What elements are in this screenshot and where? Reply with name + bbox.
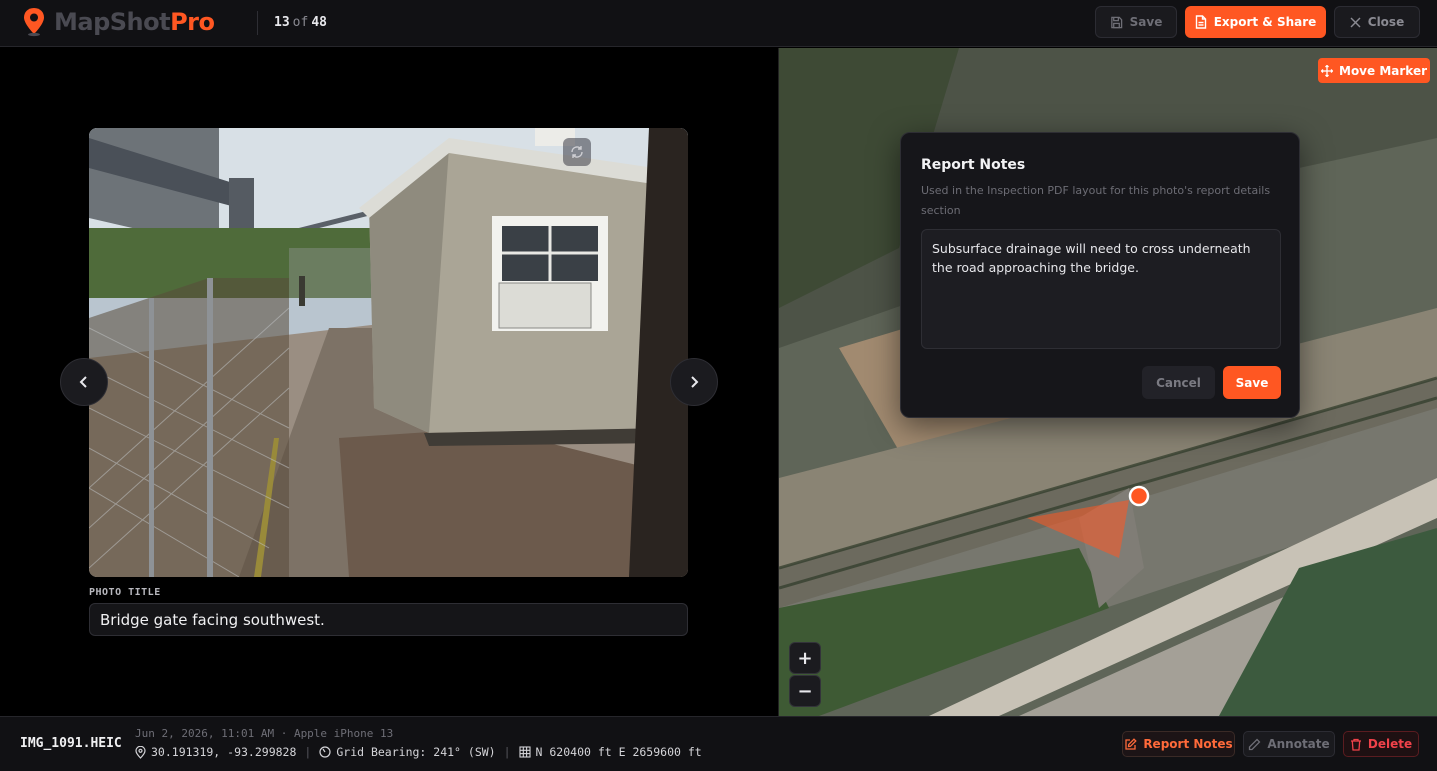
- export-share-label: Export & Share: [1213, 15, 1317, 29]
- counter-current: 13: [274, 15, 290, 30]
- floppy-disk-icon: [1110, 16, 1122, 28]
- report-notes-dialog: Report Notes Used in the Inspection PDF …: [900, 132, 1300, 418]
- delete-button[interactable]: Delete: [1343, 731, 1419, 757]
- app-logo: MapShotPro: [22, 7, 215, 37]
- bottom-info-bar: IMG_1091.HEIC Jun 2, 2026, 11:01 AM · Ap…: [0, 716, 1437, 771]
- app-name-part1: MapShot: [54, 8, 171, 36]
- move-marker-label: Move Marker: [1339, 63, 1427, 78]
- app-name: MapShotPro: [54, 8, 215, 36]
- location-pin-icon: [135, 745, 146, 759]
- document-icon: [1195, 15, 1206, 29]
- save-button-label: Save: [1129, 15, 1163, 29]
- next-photo-button[interactable]: [670, 358, 718, 406]
- counter-of: of: [292, 15, 309, 30]
- chevron-right-icon: [691, 376, 699, 388]
- rotate-icon: [571, 146, 583, 158]
- report-notes-label: Report Notes: [1143, 737, 1233, 751]
- annotate-button[interactable]: Annotate: [1243, 731, 1335, 757]
- dialog-description: Used in the Inspection PDF layout for th…: [921, 184, 1271, 217]
- meta-separator: |: [304, 745, 312, 759]
- counter-total: 48: [311, 15, 327, 30]
- close-button[interactable]: Close: [1334, 6, 1420, 38]
- file-name: IMG_1091.HEIC: [20, 736, 122, 751]
- photo-title-label: PHOTO TITLE: [89, 587, 161, 598]
- annotate-label: Annotate: [1267, 737, 1330, 751]
- compass-icon: [319, 746, 331, 758]
- cancel-button[interactable]: Cancel: [1142, 366, 1215, 399]
- grid-bearing: Grid Bearing: 241° (SW): [336, 745, 496, 759]
- export-share-button[interactable]: Export & Share: [1185, 6, 1326, 38]
- photo-location-marker: [1128, 485, 1150, 507]
- meta-separator: |: [503, 745, 511, 759]
- app-name-part2: Pro: [170, 8, 215, 36]
- chevron-left-icon: [79, 376, 87, 388]
- header-divider: [257, 11, 258, 35]
- rotate-photo-button[interactable]: [563, 138, 591, 166]
- pencil-icon: [1249, 738, 1261, 750]
- move-marker-button[interactable]: Move Marker: [1318, 58, 1430, 83]
- photo-illustration: [89, 128, 688, 577]
- map-pin-logo-icon: [24, 8, 44, 37]
- photo-counter: 13 of 48: [274, 15, 327, 30]
- delete-label: Delete: [1367, 737, 1413, 751]
- report-notes-button[interactable]: Report Notes: [1122, 731, 1235, 757]
- edit-note-icon: [1125, 737, 1138, 750]
- report-notes-textarea[interactable]: Subsurface drainage will need to cross u…: [921, 229, 1281, 349]
- photo-title-input[interactable]: [89, 603, 688, 636]
- dialog-title: Report Notes: [921, 157, 1026, 173]
- trash-icon: [1350, 738, 1361, 751]
- grid-icon: [518, 746, 531, 758]
- dialog-save-button[interactable]: Save: [1223, 366, 1281, 399]
- top-bar: MapShotPro 13 of 48 Save Export & Share Cl…: [0, 0, 1437, 47]
- location-meta: 30.191319, -93.299828 | Grid Bearing: 24…: [135, 745, 702, 759]
- previous-photo-button[interactable]: [60, 358, 108, 406]
- capture-datetime-device: Jun 2, 2026, 11:01 AM · Apple iPhone 13: [135, 727, 394, 740]
- photo-image: [89, 128, 688, 577]
- close-icon: [1350, 17, 1361, 27]
- gps-coordinates: 30.191319, -93.299828: [151, 745, 297, 759]
- grid-coordinates: N 620400 ft E 2659600 ft: [535, 745, 702, 759]
- move-arrows-icon: [1321, 64, 1333, 77]
- zoom-in-button[interactable]: +: [789, 642, 821, 674]
- save-button[interactable]: Save: [1095, 6, 1177, 38]
- zoom-out-button[interactable]: −: [789, 675, 821, 707]
- close-button-label: Close: [1367, 15, 1405, 29]
